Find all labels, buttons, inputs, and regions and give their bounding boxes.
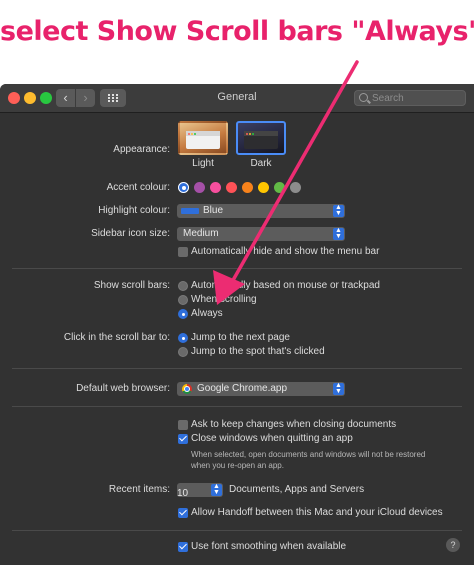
appearance-light-label: Light xyxy=(192,158,214,169)
default-browser-value: Google Chrome.app xyxy=(197,383,288,394)
scroll-bar-click-label: Click in the scroll bar to: xyxy=(63,332,170,343)
scroll-bars-always-label: Always xyxy=(191,308,223,319)
handoff-label: Allow Handoff between this Mac and your … xyxy=(191,507,443,518)
recent-items-popup[interactable]: 10 ▲ ▼ xyxy=(177,483,223,499)
separator xyxy=(12,368,462,369)
jump-next-page-label: Jump to the next page xyxy=(191,332,290,343)
sidebar-icon-size-value: Medium xyxy=(183,228,219,239)
preferences-window: ‹ › General Appearance: xyxy=(0,84,474,565)
close-windows-label: Close windows when quitting an app xyxy=(191,433,353,444)
highlight-colour-label: Highlight colour: xyxy=(98,205,170,216)
accent-colour-swatches xyxy=(178,182,318,194)
highlight-swatch xyxy=(181,208,199,214)
close-windows-note-line1: When selected, open documents and window… xyxy=(191,450,426,459)
scroll-bars-when-scrolling-label: When scrolling xyxy=(191,294,257,305)
jump-next-page-radio[interactable] xyxy=(178,333,188,343)
sidebar-icon-size-label: Sidebar icon size: xyxy=(91,228,170,239)
appearance-light-option[interactable] xyxy=(178,121,228,155)
accent-swatch[interactable] xyxy=(258,182,269,193)
separator xyxy=(12,530,462,531)
recent-items-value: 10 xyxy=(177,488,189,499)
ask-keep-changes-checkbox[interactable] xyxy=(178,420,188,430)
handoff-checkbox[interactable] xyxy=(178,508,188,518)
recent-items-label: Recent items: xyxy=(108,484,170,495)
sidebar-icon-size-popup[interactable]: Medium ▲ ▼ xyxy=(177,227,345,241)
accent-swatch[interactable] xyxy=(242,182,253,193)
general-pane: Appearance: Light Dark Accent colour: Hi… xyxy=(0,112,474,565)
font-smoothing-checkbox[interactable] xyxy=(178,542,188,552)
auto-hide-menu-bar-checkbox[interactable] xyxy=(178,247,188,257)
zoom-window-button[interactable] xyxy=(40,92,52,104)
accent-swatch[interactable] xyxy=(178,182,189,193)
accent-swatch[interactable] xyxy=(210,182,221,193)
accent-swatch[interactable] xyxy=(226,182,237,193)
scroll-bars-automatic-label: Automatically based on mouse or trackpad xyxy=(191,280,380,291)
accent-swatch[interactable] xyxy=(290,182,301,193)
appearance-label: Appearance: xyxy=(113,144,170,155)
help-icon[interactable]: ? xyxy=(446,538,460,552)
default-browser-label: Default web browser: xyxy=(76,383,170,394)
title-bar: ‹ › General xyxy=(0,84,474,113)
ask-keep-changes-label: Ask to keep changes when closing documen… xyxy=(191,419,397,430)
back-button[interactable]: ‹ xyxy=(56,89,75,107)
popup-arrows-icon: ▲ ▼ xyxy=(333,204,344,217)
search-icon xyxy=(359,93,368,102)
jump-to-spot-label: Jump to the spot that's clicked xyxy=(191,346,325,357)
forward-button[interactable]: › xyxy=(76,89,95,107)
appearance-dark-label: Dark xyxy=(250,158,272,169)
auto-hide-menu-bar-label: Automatically hide and show the menu bar xyxy=(191,246,380,257)
font-smoothing-label: Use font smoothing when available xyxy=(191,541,347,552)
minimize-window-button[interactable] xyxy=(24,92,36,104)
popup-arrows-icon: ▲ ▼ xyxy=(333,382,344,395)
close-window-button[interactable] xyxy=(8,92,20,104)
popup-arrows-icon: ▲ ▼ xyxy=(333,227,344,240)
separator xyxy=(12,268,462,269)
appearance-dark-option[interactable] xyxy=(236,121,286,155)
close-windows-note-line2: when you re-open an app. xyxy=(191,461,284,470)
chrome-icon xyxy=(182,384,192,394)
scroll-bars-automatic-radio[interactable] xyxy=(178,281,188,291)
search-input[interactable] xyxy=(372,91,462,105)
highlight-colour-value: Blue xyxy=(203,205,224,216)
separator xyxy=(12,406,462,407)
window-title: General xyxy=(217,91,257,103)
popup-arrows-icon: ▲ ▼ xyxy=(211,483,222,496)
show-all-button[interactable] xyxy=(100,89,126,107)
scroll-bars-always-radio[interactable] xyxy=(178,309,188,319)
highlight-colour-popup[interactable]: Blue ▲ ▼ xyxy=(177,204,345,218)
recent-items-suffix: Documents, Apps and Servers xyxy=(229,484,365,495)
accent-colour-label: Accent colour: xyxy=(106,182,170,193)
scroll-bars-when-scrolling-radio[interactable] xyxy=(178,295,188,305)
jump-to-spot-radio[interactable] xyxy=(178,347,188,357)
accent-swatch[interactable] xyxy=(274,182,285,193)
accent-swatch[interactable] xyxy=(194,182,205,193)
annotation-headline: select Show Scroll bars "Always" xyxy=(0,16,474,47)
show-scroll-bars-label: Show scroll bars: xyxy=(93,280,170,291)
close-windows-checkbox[interactable] xyxy=(178,434,188,444)
default-browser-popup[interactable]: Google Chrome.app ▲ ▼ xyxy=(177,382,345,396)
search-field[interactable] xyxy=(354,90,466,106)
